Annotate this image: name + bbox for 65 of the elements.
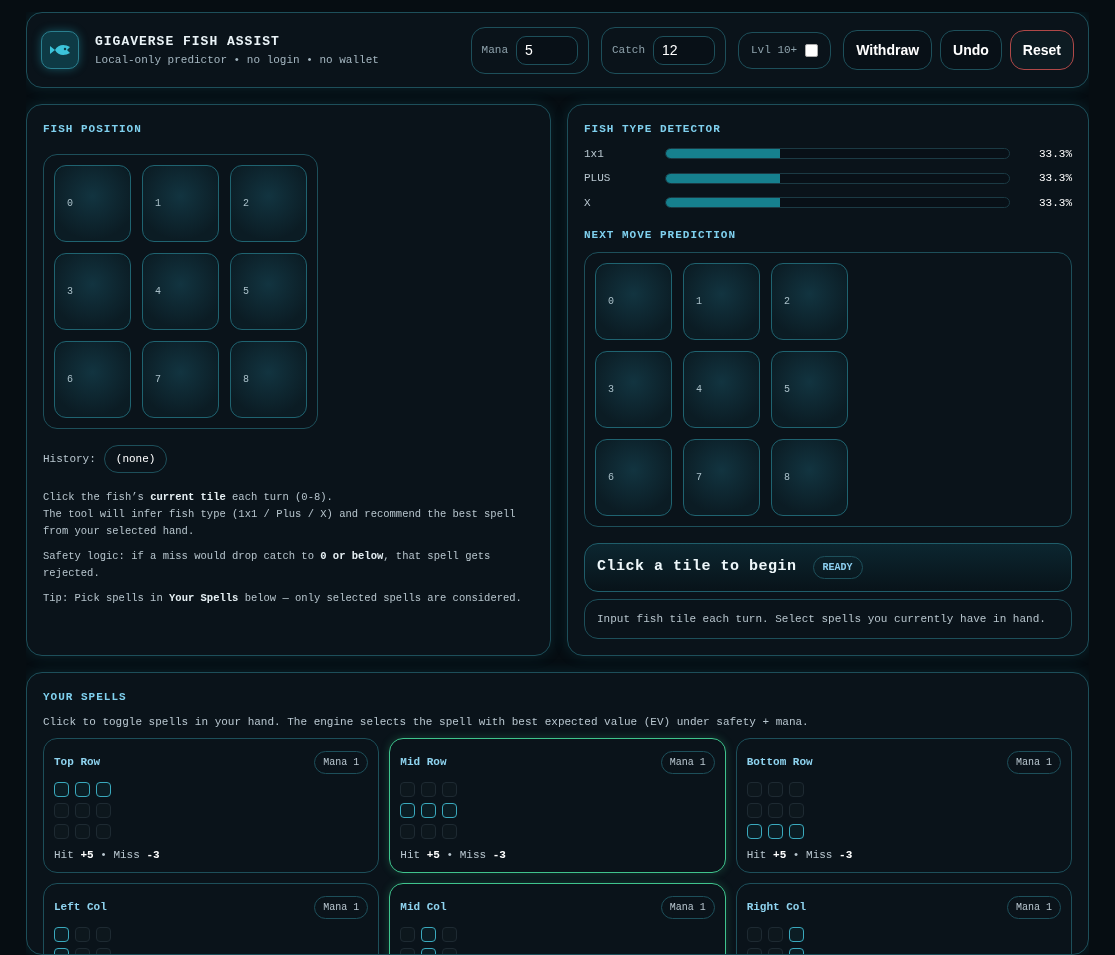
grid-tile[interactable]: 1 <box>142 164 219 242</box>
grid-tile[interactable]: 8 <box>771 438 848 516</box>
spell-name: Top Row <box>54 755 101 771</box>
hit-miss-text: Hit +5 • Miss -3 <box>54 848 161 863</box>
spell-card[interactable]: Right Col Mana 1 <box>735 883 1072 954</box>
grid-tile[interactable]: 3 <box>595 350 672 428</box>
grid-tile[interactable]: 5 <box>230 252 307 330</box>
probability-value: 33.3% <box>1038 195 1072 211</box>
history-label: History: <box>43 451 96 467</box>
grid-tile[interactable]: 7 <box>683 438 760 516</box>
grid-tile[interactable]: 4 <box>142 252 219 330</box>
spell-card[interactable]: Mid Col Mana 1 <box>389 883 726 954</box>
app-subtitle: Local-only predictor • no login • no wallet <box>95 52 379 68</box>
mana-label: Mana <box>481 42 508 58</box>
app-title: GIGAVERSE FISH ASSIST <box>95 33 281 51</box>
level-checkbox[interactable] <box>805 43 819 57</box>
hint-text: Input fish tile each turn. Select spells you currently have in hand. <box>584 598 1072 639</box>
type-label: X <box>584 195 592 211</box>
spell-card[interactable]: Bottom Row Mana 1 Hit +5 • Miss -3 <box>735 738 1072 873</box>
type-label: 1x1 <box>584 146 605 162</box>
section-title: FISH TYPE DETECTOR <box>584 122 722 137</box>
section-title: YOUR SPELLS <box>43 690 128 705</box>
grid-tile[interactable]: 5 <box>771 350 848 428</box>
probability-value: 33.3% <box>1038 146 1072 162</box>
spell-name: Mid Col <box>400 900 447 916</box>
mana-input[interactable]: 5 <box>516 35 578 65</box>
grid-tile[interactable]: 8 <box>230 340 307 418</box>
hit-miss-text: Hit +5 • Miss -3 <box>746 848 854 863</box>
withdraw-button[interactable]: Withdraw <box>843 30 933 70</box>
catch-label: Catch <box>612 42 645 58</box>
instruction-text: Tip: Pick spells in Your Spells below — only selected spells are considered. <box>43 591 523 606</box>
grid-tile[interactable]: 3 <box>54 252 131 330</box>
grid-tile[interactable]: 0 <box>54 164 131 242</box>
catch-input[interactable]: 12 <box>653 35 715 65</box>
status-text: Click a tile to begin <box>597 556 797 577</box>
intro-text: Click to toggle spells in your hand. The engine selects the spell with best expected value (EV) under safety + mana. <box>43 714 810 730</box>
grid-tile[interactable]: 6 <box>595 438 672 516</box>
instruction-text: Click the fish’s current tile each turn (0-8). The tool will infer fish type (1x1 / Plus / X) and recommend the best spell from your selected hand. <box>43 490 517 539</box>
spell-card[interactable]: Top Row Mana 1 Hit +5 • Miss -3 <box>43 738 380 873</box>
type-label: PLUS <box>584 171 612 186</box>
grid-tile[interactable]: 1 <box>683 262 760 340</box>
probability-value: 33.3% <box>1038 171 1072 186</box>
section-title: FISH POSITION <box>43 122 143 137</box>
grid-tile[interactable]: 6 <box>54 340 131 418</box>
spell-name: Bottom Row <box>746 755 813 771</box>
spell-card[interactable]: Left Col Mana 1 <box>43 883 380 954</box>
spell-name: Mid Row <box>400 755 447 771</box>
pattern-icon <box>54 782 111 839</box>
reset-button[interactable]: Reset <box>1009 30 1074 70</box>
level-label: Lvl 10+ <box>751 42 798 58</box>
spell-name: Left Col <box>54 900 107 916</box>
grid-tile[interactable]: 7 <box>142 340 219 418</box>
spell-name: Right Col <box>746 900 807 916</box>
section-title: NEXT MOVE PREDICTION <box>584 228 738 243</box>
fish-logo-icon <box>41 31 79 69</box>
undo-button[interactable]: Undo <box>940 30 1002 70</box>
spell-card[interactable]: Mid Row Mana 1 Hit +5 • Miss -3 <box>389 738 726 873</box>
hit-miss-text: Hit +5 • Miss -3 <box>400 848 507 863</box>
grid-tile[interactable]: 4 <box>683 350 760 428</box>
grid-tile[interactable]: 2 <box>771 262 848 340</box>
pattern-icon <box>400 782 458 839</box>
instruction-text: Safety logic: if a miss would drop catch to 0 or below, that spell gets rejected. <box>43 549 492 581</box>
grid-tile[interactable]: 0 <box>595 262 672 340</box>
pattern-icon <box>746 782 804 839</box>
grid-tile[interactable]: 2 <box>230 164 307 242</box>
